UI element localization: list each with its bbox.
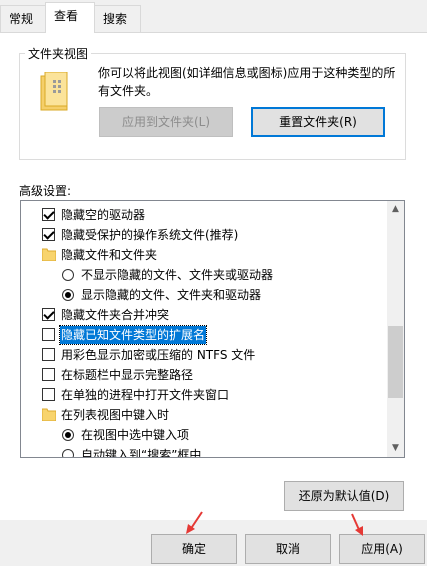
checkbox[interactable] [42,308,55,321]
folder-icon [42,248,56,261]
radio-button[interactable] [62,429,74,441]
advanced-settings-list[interactable]: 隐藏空的驱动器 隐藏受保护的操作系统文件(推荐) 隐藏文件和文件夹 不显示隐藏的… [20,200,405,458]
radio-button[interactable] [62,289,74,301]
list-item-label: 隐藏受保护的操作系统文件(推荐) [61,228,239,242]
list-item[interactable]: 在视图中选中键入项 [21,425,387,445]
tab-view[interactable]: 查看 [45,2,95,33]
list-item-label: 在标题栏中显示完整路径 [61,368,194,382]
checkbox[interactable] [42,348,55,361]
tab-general[interactable]: 常规 [0,5,46,32]
scroll-down-arrow-icon[interactable]: ▼ [387,440,404,457]
list-item-label: 在列表视图中键入时 [61,408,170,422]
reset-folders-button[interactable]: 重置文件夹(R) [251,107,385,137]
list-item-label: 隐藏文件和文件夹 [61,248,158,262]
folder-icon [40,72,68,111]
list-item-label: 显示隐藏的文件、文件夹和驱动器 [81,288,262,302]
list-item[interactable]: 隐藏已知文件类型的扩展名 [21,325,387,345]
list-item-label: 不显示隐藏的文件、文件夹或驱动器 [81,268,274,282]
scrollbar-thumb[interactable] [388,326,403,398]
list-item: 在列表视图中键入时 [21,405,387,425]
checkbox[interactable] [42,388,55,401]
advanced-settings-label: 高级设置: [19,184,72,198]
folder-icon [42,408,56,421]
radio-button[interactable] [62,269,74,281]
annotation-arrow-icon [186,511,203,534]
list-item-label: 用彩色显示加密或压缩的 NTFS 文件 [61,348,256,362]
list-item-label: 自动键入到“搜索”框中 [81,448,202,458]
restore-defaults-button[interactable]: 还原为默认值(D) [284,481,404,511]
list-item[interactable]: 在单独的进程中打开文件夹窗口 [21,385,387,405]
radio-button[interactable] [62,449,74,457]
annotation-arrow-icon [351,513,363,536]
list-item-label: 隐藏空的驱动器 [61,208,146,222]
vertical-scrollbar[interactable]: ▲ ▼ [387,201,404,457]
list-item[interactable]: 在标题栏中显示完整路径 [21,365,387,385]
list-item: 隐藏文件和文件夹 [21,245,387,265]
list-item-label: 隐藏文件夹合并冲突 [61,308,170,322]
folder-view-group-title: 文件夹视图 [25,45,92,62]
folder-view-description: 你可以将此视图(如详细信息或图标)应用于这种类型的所有文件夹。 [98,66,396,98]
list-item-label: 在单独的进程中打开文件夹窗口 [61,388,230,402]
checkbox[interactable] [42,228,55,241]
checkbox[interactable] [42,328,55,341]
tab-strip: 常规 查看 搜索 [0,0,427,33]
list-item[interactable]: 隐藏受保护的操作系统文件(推荐) [21,225,387,245]
list-item[interactable]: 隐藏空的驱动器 [21,205,387,225]
checkbox[interactable] [42,208,55,221]
checkbox[interactable] [42,368,55,381]
list-item[interactable]: 用彩色显示加密或压缩的 NTFS 文件 [21,345,387,365]
list-item[interactable]: 自动键入到“搜索”框中 [21,445,387,458]
tab-search[interactable]: 搜索 [94,5,141,32]
list-item-label: 隐藏已知文件类型的扩展名 [58,325,208,345]
list-item[interactable]: 不显示隐藏的文件、文件夹或驱动器 [21,265,387,285]
cancel-button[interactable]: 取消 [245,534,331,564]
list-item[interactable]: 显示隐藏的文件、文件夹和驱动器 [21,285,387,305]
apply-button[interactable]: 应用(A) [339,534,425,564]
apply-to-folders-button[interactable]: 应用到文件夹(L) [99,107,233,137]
scroll-up-arrow-icon[interactable]: ▲ [387,201,404,218]
list-item-label: 在视图中选中键入项 [81,428,190,442]
list-item[interactable]: 隐藏文件夹合并冲突 [21,305,387,325]
ok-button[interactable]: 确定 [151,534,237,564]
